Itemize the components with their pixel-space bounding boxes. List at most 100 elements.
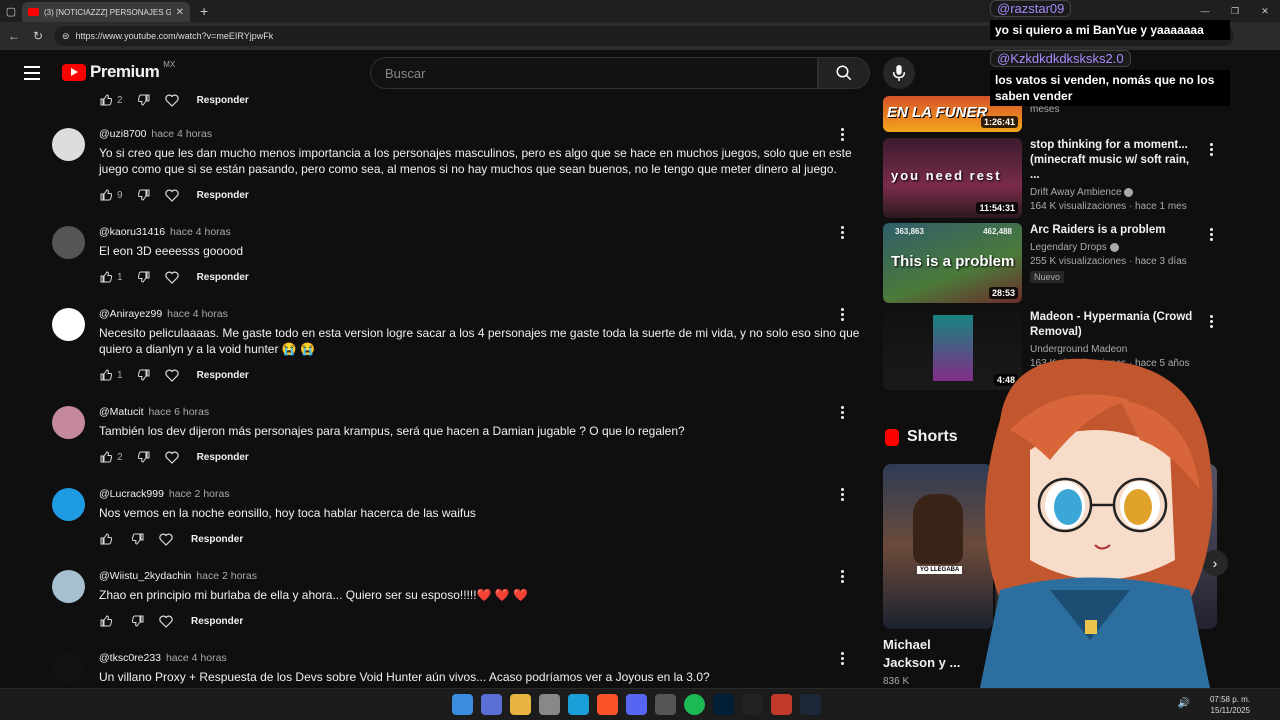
like-icon[interactable]: [99, 450, 113, 464]
comment-time[interactable]: hace 4 horas: [170, 226, 231, 238]
video-title[interactable]: Madeon - Hypermania (Crowd Removal): [1030, 310, 1200, 340]
search-button[interactable]: [818, 57, 870, 89]
dislike-icon[interactable]: [131, 532, 145, 546]
avatar[interactable]: [52, 570, 85, 603]
channel-name[interactable]: Legendary Drops: [1030, 242, 1107, 253]
more-options-icon[interactable]: [834, 226, 850, 239]
short-thumbnail[interactable]: [1107, 464, 1217, 629]
avatar[interactable]: [52, 652, 85, 685]
like-icon[interactable]: [99, 614, 113, 628]
more-options-icon[interactable]: [834, 488, 850, 501]
more-options-icon[interactable]: [1210, 228, 1213, 241]
system-tray[interactable]: 🔊: [1178, 698, 1190, 709]
comment-author[interactable]: @Lucrack999: [99, 488, 164, 500]
reply-button[interactable]: Responder: [197, 95, 249, 106]
heart-icon[interactable]: [164, 368, 179, 382]
window-close-icon[interactable]: ✕: [1250, 0, 1280, 22]
reply-button[interactable]: Responder: [197, 190, 249, 201]
comment-author[interactable]: @Anirayez99: [99, 308, 162, 320]
dislike-icon[interactable]: [137, 93, 151, 107]
app-icon[interactable]: [771, 694, 792, 715]
reply-button[interactable]: Responder: [191, 616, 243, 627]
video-title[interactable]: stop thinking for a moment... (minecraft…: [1030, 138, 1200, 183]
like-icon[interactable]: [99, 368, 113, 382]
comment-time[interactable]: hace 2 horas: [169, 488, 230, 500]
heart-icon[interactable]: [164, 270, 179, 284]
comment-time[interactable]: hace 4 horas: [166, 652, 227, 664]
heart-icon[interactable]: [164, 450, 179, 464]
dislike-icon[interactable]: [131, 614, 145, 628]
file-explorer-icon[interactable]: [510, 694, 531, 715]
video-thumbnail[interactable]: This is a problem 363,863 462,488 28:53: [883, 223, 1022, 303]
short-thumbnail[interactable]: YO LLEGABA: [883, 464, 993, 629]
video-channel[interactable]: Drift Away Ambience: [1030, 187, 1200, 198]
comment-author[interactable]: @tksc0re233: [99, 652, 161, 664]
comment-author[interactable]: @kaoru31416: [99, 226, 165, 238]
like-icon[interactable]: [99, 93, 113, 107]
avatar[interactable]: [52, 128, 85, 161]
video-title[interactable]: Arc Raiders is a problem: [1030, 223, 1200, 238]
avatar[interactable]: [52, 308, 85, 341]
dislike-icon[interactable]: [137, 188, 151, 202]
dislike-icon[interactable]: [137, 368, 151, 382]
comment-time[interactable]: hace 6 horas: [148, 406, 209, 418]
channel-name[interactable]: Underground Madeon: [1030, 344, 1127, 355]
more-options-icon[interactable]: [834, 652, 850, 665]
video-card[interactable]: you need rest 11:54:31 stop thinking for…: [883, 138, 1213, 218]
short-title[interactable]: Ho... Su...: [995, 636, 1025, 672]
video-channel[interactable]: Legendary Drops: [1030, 242, 1200, 253]
more-options-icon[interactable]: [1210, 315, 1213, 328]
taskbar-clock[interactable]: 07:58 p. m. 15/11/2025: [1210, 694, 1250, 716]
heart-icon[interactable]: [164, 188, 179, 202]
search-input[interactable]: [371, 58, 817, 88]
youtube-premium-logo[interactable]: Premium MX: [62, 60, 175, 82]
more-options-icon[interactable]: [1210, 143, 1213, 156]
heart-icon[interactable]: [159, 532, 173, 546]
reload-icon[interactable]: ↻: [30, 29, 46, 43]
new-tab-icon[interactable]: +: [200, 3, 208, 19]
tab-close-icon[interactable]: ✕: [176, 7, 184, 18]
like-icon[interactable]: [99, 532, 113, 546]
comment-author[interactable]: @Matucit: [99, 406, 144, 418]
short-thumbnail[interactable]: [995, 464, 1105, 629]
spotify-icon[interactable]: [684, 694, 705, 715]
more-options-icon[interactable]: [834, 128, 850, 141]
menu-icon[interactable]: [24, 66, 40, 84]
voice-search-button[interactable]: [883, 57, 915, 89]
back-icon[interactable]: ←: [6, 29, 22, 43]
video-channel[interactable]: Underground Madeon: [1030, 344, 1200, 355]
short-title[interactable]: Michael Jackson y ...: [883, 636, 983, 672]
more-options-icon[interactable]: [834, 308, 850, 321]
copilot-icon[interactable]: [481, 694, 502, 715]
store-icon[interactable]: [539, 694, 560, 715]
like-icon[interactable]: [99, 270, 113, 284]
video-thumbnail[interactable]: 4:48: [883, 310, 1022, 390]
comment-time[interactable]: hace 4 horas: [167, 308, 228, 320]
comment-time[interactable]: hace 4 horas: [151, 128, 212, 140]
video-card[interactable]: 4:48 Madeon - Hypermania (Crowd Removal)…: [883, 310, 1213, 390]
reply-button[interactable]: Responder: [197, 272, 249, 283]
start-icon[interactable]: [452, 694, 473, 715]
dislike-icon[interactable]: [137, 450, 151, 464]
reply-button[interactable]: Responder: [197, 370, 249, 381]
photoshop-icon[interactable]: [713, 694, 734, 715]
comment-time[interactable]: hace 2 horas: [196, 570, 257, 582]
more-options-icon[interactable]: [834, 406, 850, 419]
obs-icon[interactable]: [655, 694, 676, 715]
video-thumbnail[interactable]: you need rest 11:54:31: [883, 138, 1022, 218]
reply-button[interactable]: Responder: [191, 534, 243, 545]
avatar[interactable]: [52, 226, 85, 259]
like-icon[interactable]: [99, 188, 113, 202]
avatar[interactable]: [52, 406, 85, 439]
channel-name[interactable]: Drift Away Ambience: [1030, 187, 1122, 198]
more-options-icon[interactable]: [834, 570, 850, 583]
brave-icon[interactable]: [597, 694, 618, 715]
heart-icon[interactable]: [164, 93, 179, 107]
comment-author[interactable]: @Wiistu_2kydachin: [99, 570, 191, 582]
edge-icon[interactable]: [568, 694, 589, 715]
avatar[interactable]: [52, 488, 85, 521]
steam-icon[interactable]: [800, 694, 821, 715]
shorts-next-button[interactable]: ›: [1202, 550, 1228, 576]
heart-icon[interactable]: [159, 614, 173, 628]
video-card[interactable]: This is a problem 363,863 462,488 28:53 Ar…: [883, 223, 1213, 303]
